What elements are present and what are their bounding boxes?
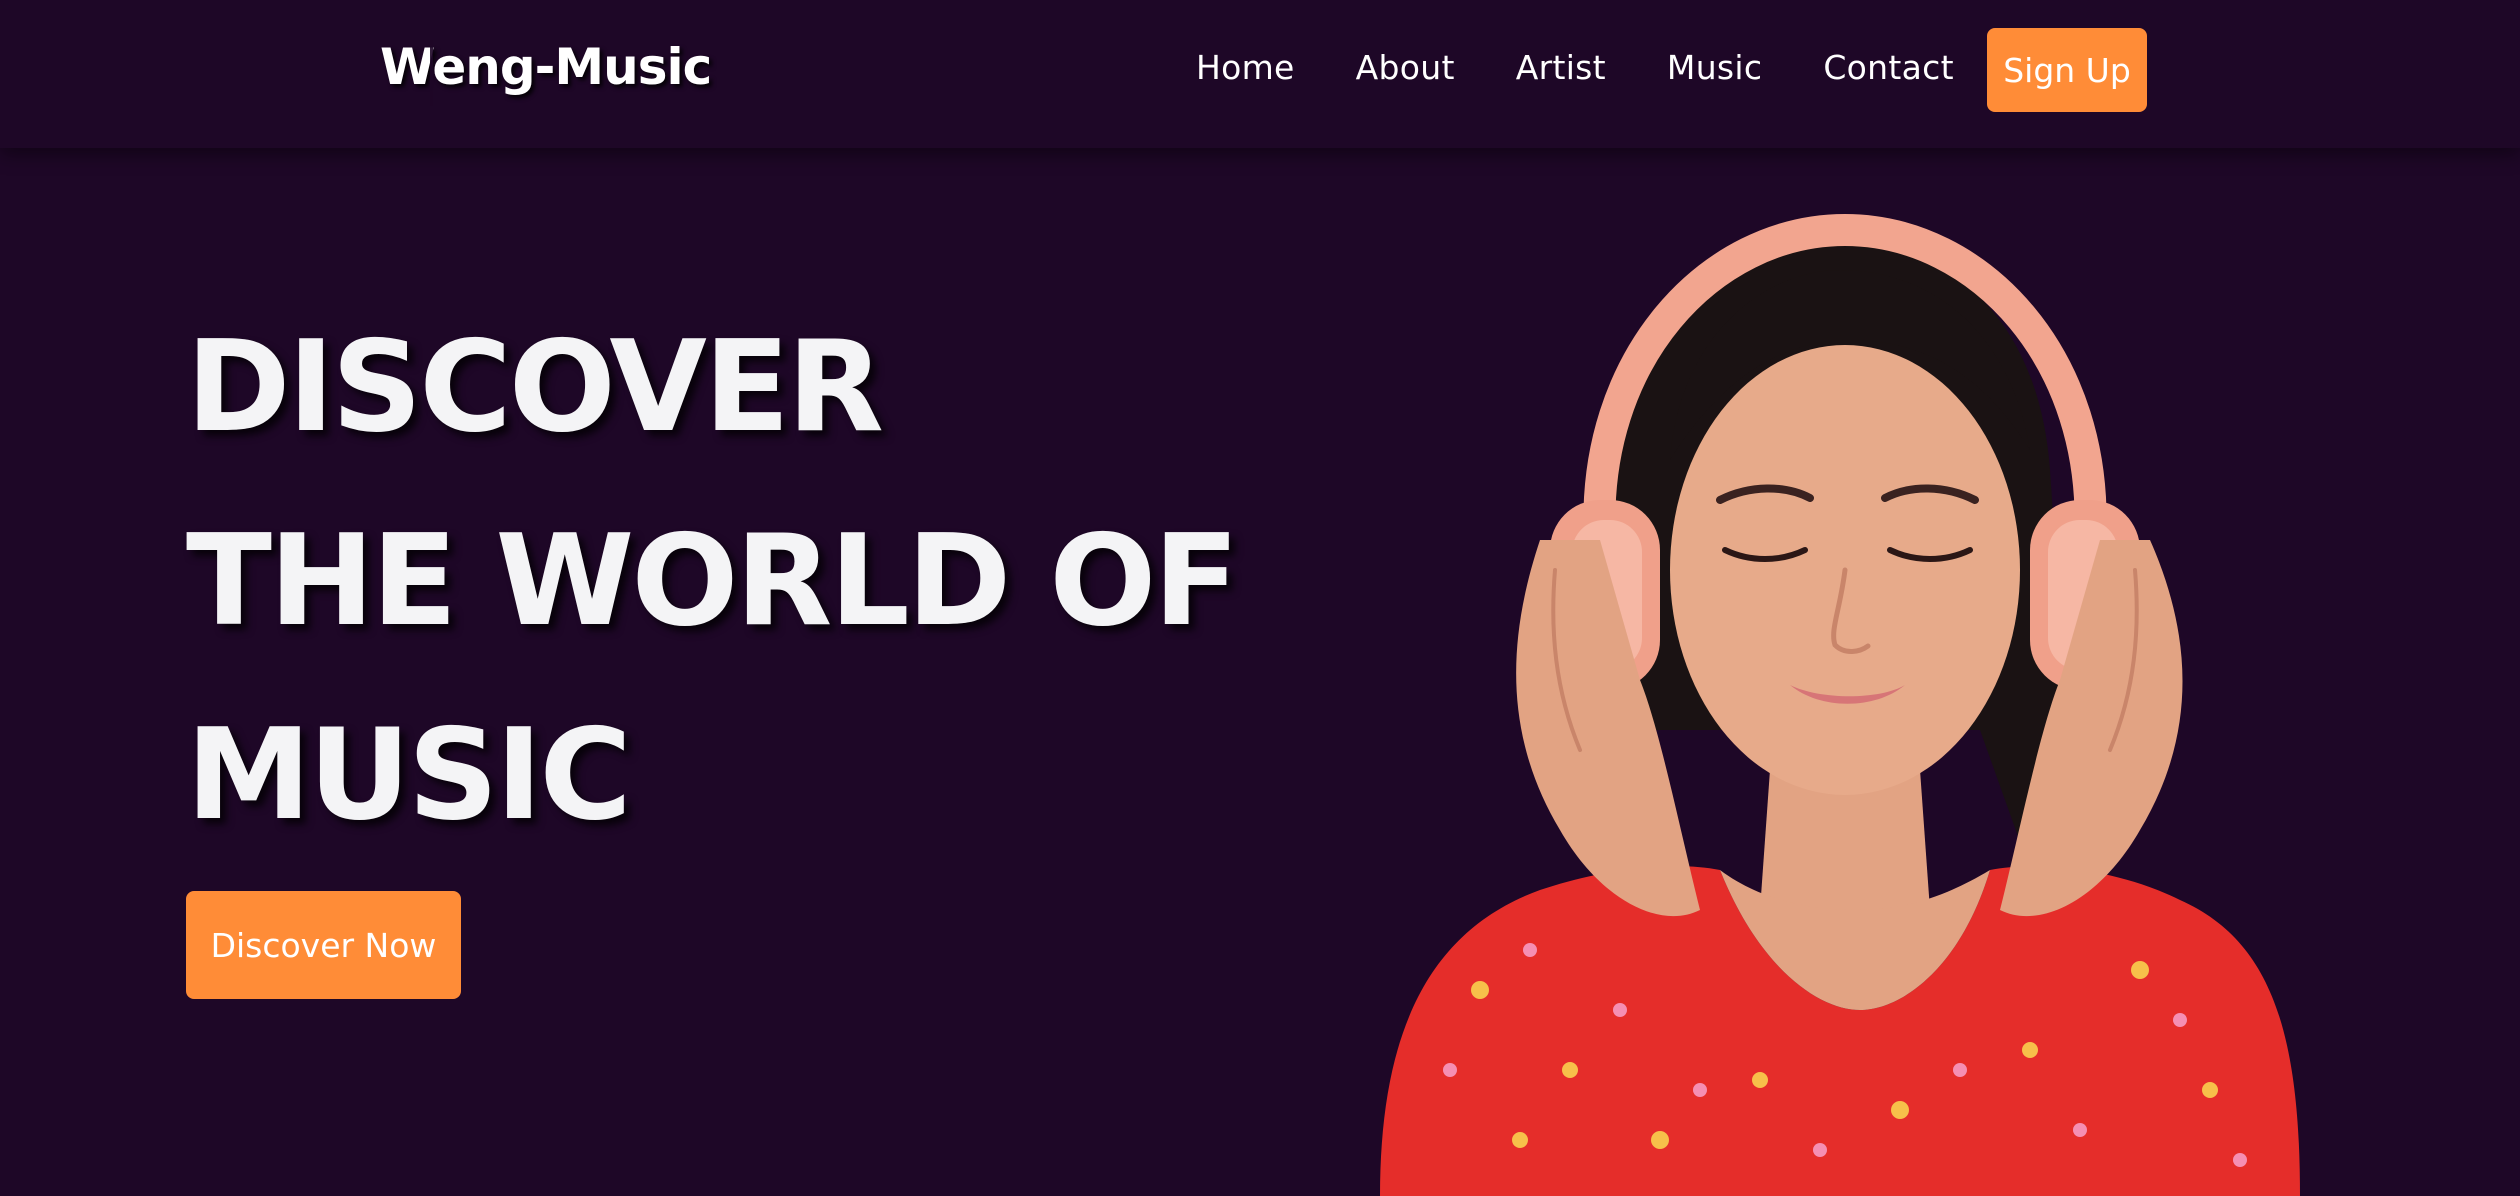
hero-title-line-3: MUSIC	[186, 701, 632, 848]
nav-link-about[interactable]: About	[1356, 48, 1455, 87]
nav-link-contact[interactable]: Contact	[1823, 48, 1954, 87]
nav-link-music[interactable]: Music	[1667, 48, 1762, 87]
hero-title-line-2: THE WORLD OF	[186, 507, 1239, 654]
site-header: Weng-Music Home About Artist Music Conta…	[0, 0, 2520, 148]
hero-title: DISCOVER THE WORLD OF MUSIC	[186, 290, 1239, 872]
sign-up-button[interactable]: Sign Up	[1987, 28, 2147, 112]
hero-title-line-1: DISCOVER	[186, 313, 884, 460]
nav-link-artist[interactable]: Artist	[1516, 48, 1606, 87]
hero-image-woman-with-headphones	[1340, 210, 2340, 1196]
nav-link-home[interactable]: Home	[1196, 48, 1295, 87]
discover-now-button[interactable]: Discover Now	[186, 891, 461, 999]
text-cursor	[430, 40, 433, 106]
main-nav: Home About Artist Music Contact	[1196, 48, 1954, 87]
